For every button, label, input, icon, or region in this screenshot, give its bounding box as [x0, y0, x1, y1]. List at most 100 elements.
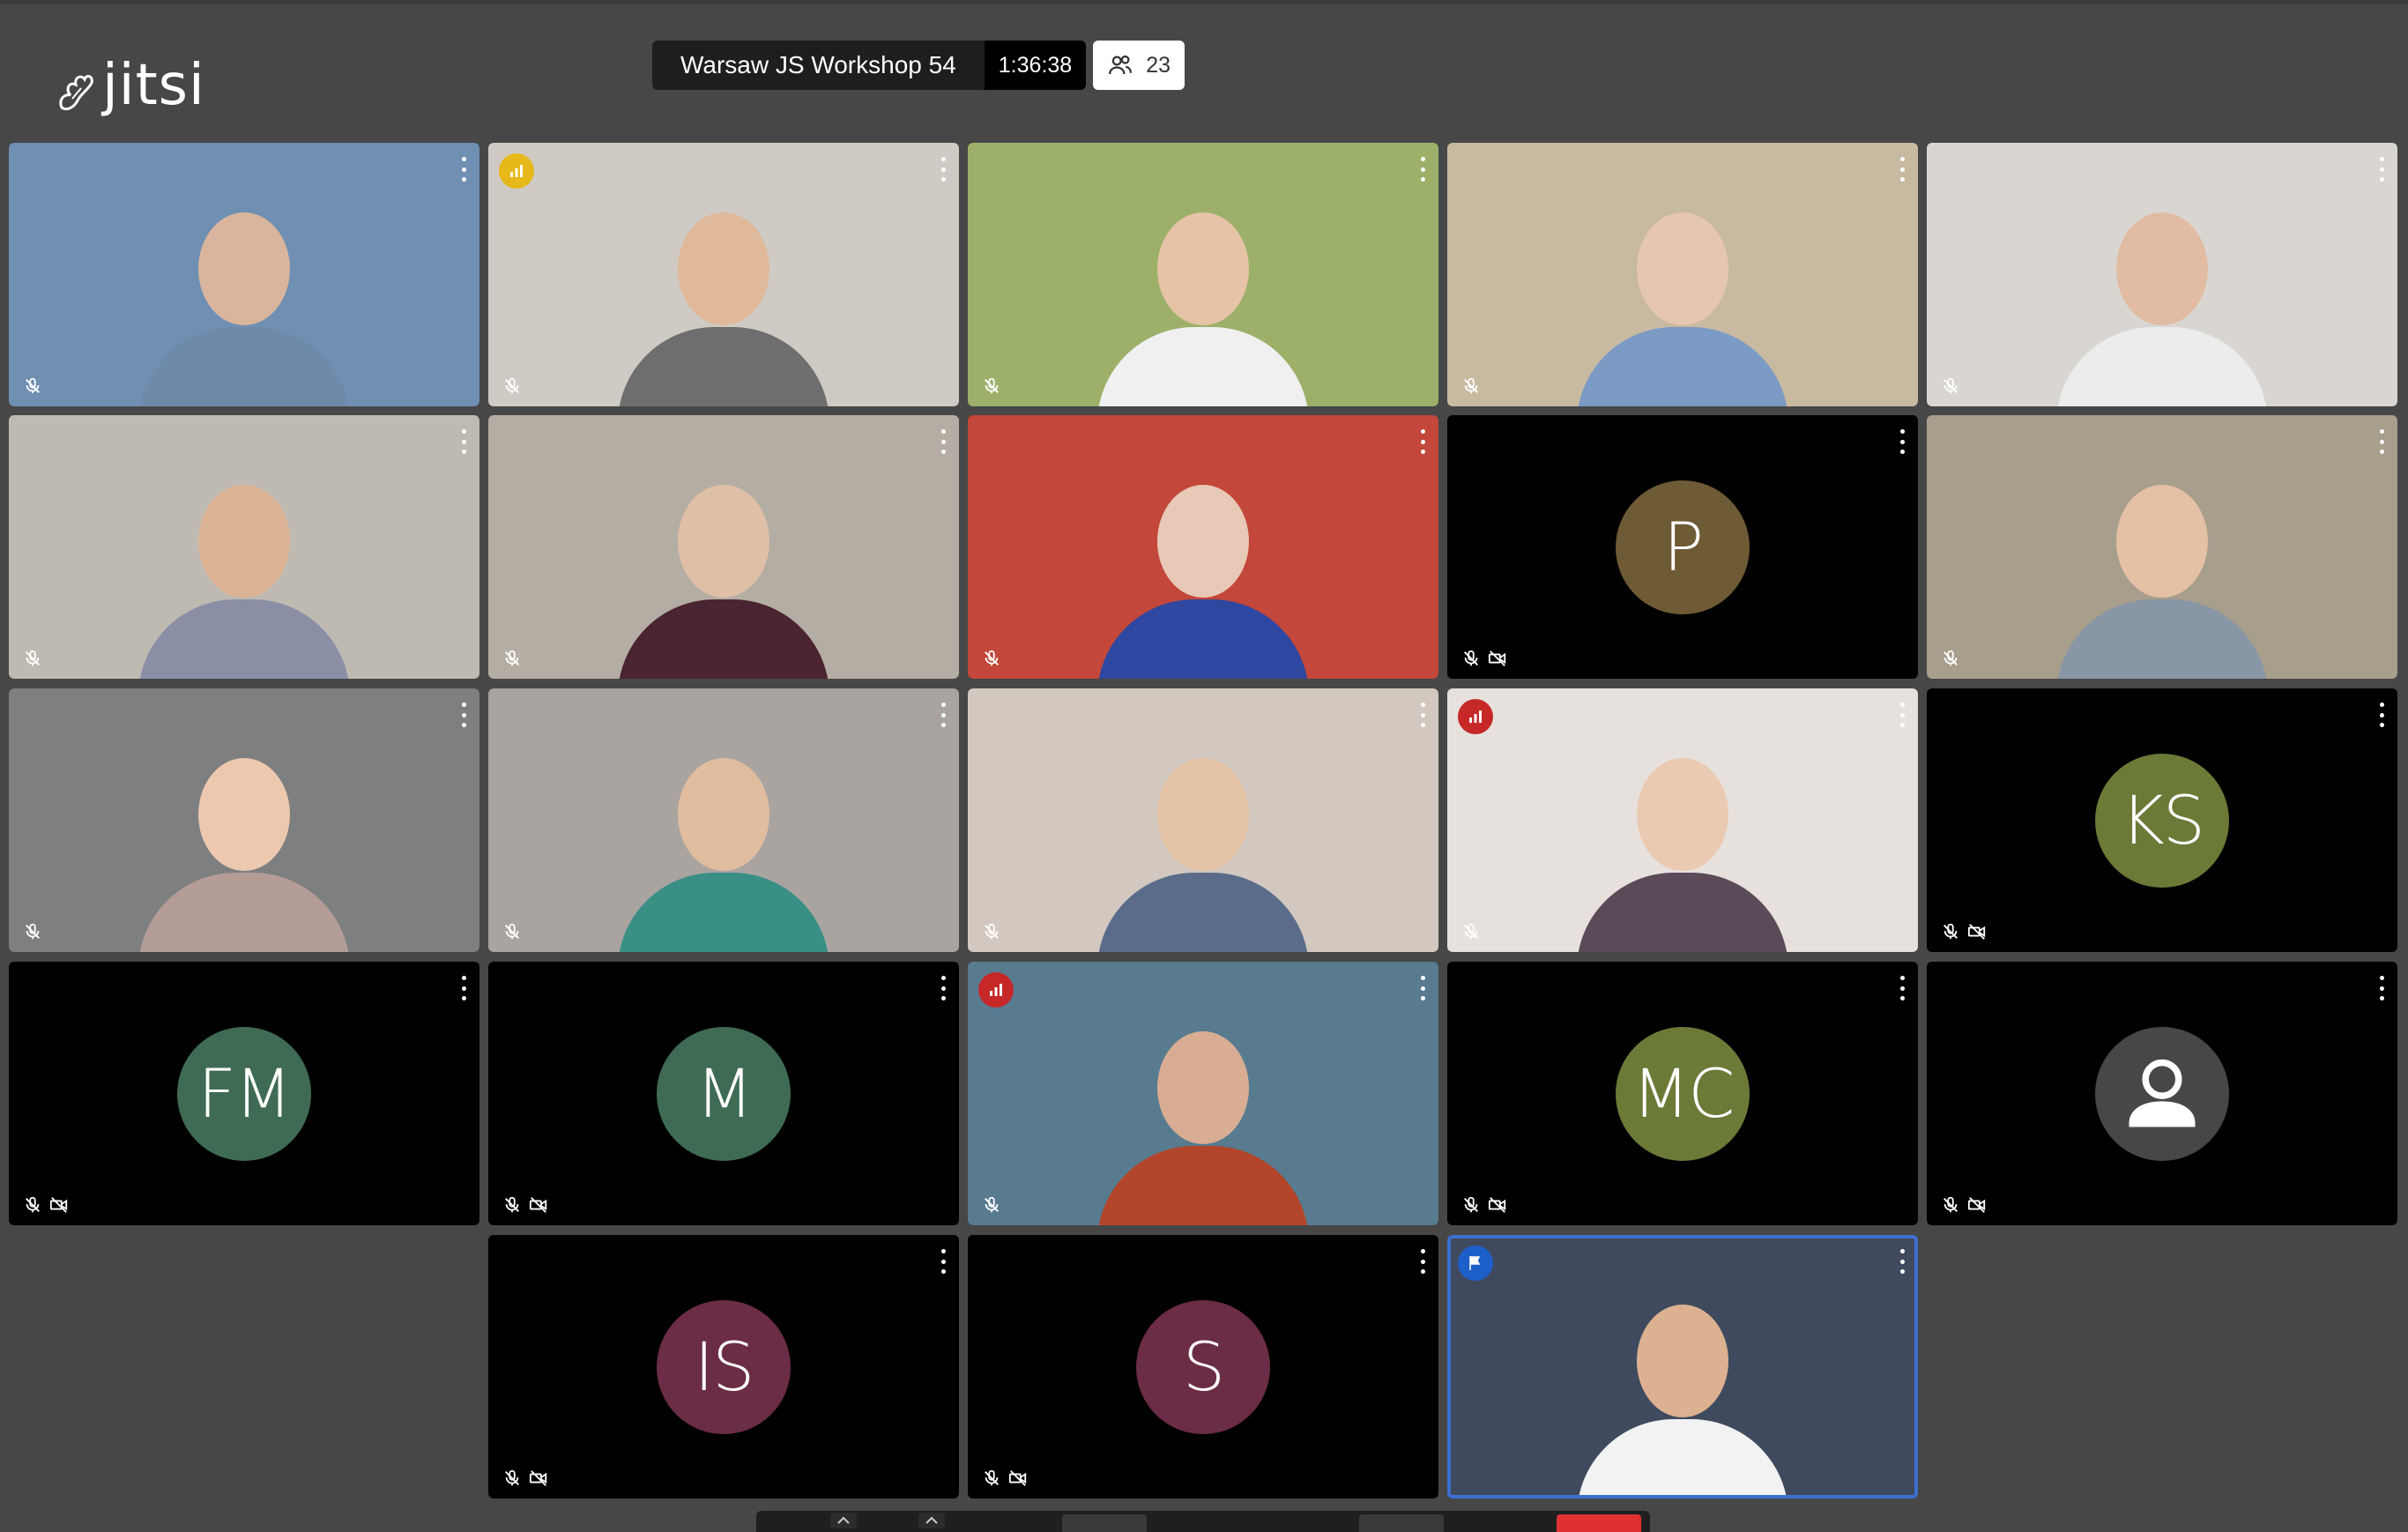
- participant-avatar: [2095, 1026, 2229, 1161]
- tile-status-icons: [1461, 1195, 1507, 1215]
- audio-options-caret[interactable]: [830, 1513, 857, 1528]
- toolbar-button[interactable]: [1359, 1514, 1444, 1532]
- participant-tile[interactable]: KS: [1927, 688, 2397, 952]
- tile-status-icons: [502, 376, 522, 396]
- participant-figure: [138, 723, 350, 952]
- mic-muted-icon: [505, 1469, 519, 1486]
- mic-muted-icon: [985, 650, 999, 666]
- participant-tile[interactable]: [968, 688, 1438, 952]
- tile-menu-button[interactable]: [940, 1249, 947, 1274]
- avatar-initials: P: [1663, 508, 1704, 586]
- participant-tile[interactable]: [1447, 688, 1918, 952]
- tile-menu-button[interactable]: [1899, 1249, 1906, 1274]
- participant-tile[interactable]: [9, 688, 479, 952]
- participant-tile[interactable]: [488, 688, 959, 952]
- participant-avatar: P: [1616, 480, 1750, 614]
- tile-menu-button[interactable]: [1899, 976, 1906, 1000]
- tile-menu-button[interactable]: [1419, 1249, 1426, 1274]
- tile-menu-button[interactable]: [460, 157, 467, 182]
- participant-tile[interactable]: MC: [1447, 962, 1918, 1225]
- tile-menu-button[interactable]: [1419, 157, 1426, 182]
- tile-menu-button[interactable]: [1899, 157, 1906, 182]
- participant-figure: [138, 450, 350, 679]
- meeting-timer: 1:36:38: [984, 41, 1087, 90]
- connection-indicator-icon[interactable]: [499, 153, 534, 189]
- participant-figure: [1097, 450, 1309, 679]
- tile-menu-button[interactable]: [2378, 157, 2385, 182]
- tile-status-icons: [23, 649, 42, 668]
- participant-avatar: M: [657, 1026, 791, 1161]
- mic-muted-icon: [985, 377, 999, 394]
- moderator-badge-icon[interactable]: [1458, 1246, 1493, 1281]
- mic-muted-icon: [26, 923, 40, 940]
- jitsi-logo[interactable]: jitsi: [55, 55, 205, 116]
- participant-tile[interactable]: [968, 415, 1438, 679]
- camera-off-icon: [1488, 1197, 1506, 1213]
- mic-muted-icon: [26, 1196, 40, 1213]
- participant-video: [968, 415, 1438, 679]
- tile-menu-button[interactable]: [2378, 976, 2385, 1000]
- tile-menu-button[interactable]: [940, 429, 947, 454]
- participant-tile[interactable]: [968, 143, 1438, 406]
- tile-menu-button[interactable]: [940, 157, 947, 182]
- tile-status-icons: [502, 922, 522, 941]
- tile-menu-button[interactable]: [1419, 429, 1426, 454]
- mic-muted-icon: [505, 1196, 519, 1213]
- participant-avatar: IS: [657, 1299, 791, 1434]
- participant-video: [488, 688, 959, 952]
- tile-menu-button[interactable]: [1899, 429, 1906, 454]
- participant-tile[interactable]: [1447, 143, 1918, 406]
- mic-muted-icon: [505, 377, 519, 394]
- participant-tile[interactable]: [9, 143, 479, 406]
- participant-tile[interactable]: [488, 143, 959, 406]
- toolbar-button[interactable]: [1062, 1514, 1147, 1532]
- participant-video: [488, 415, 959, 679]
- participant-tile[interactable]: IS: [488, 1235, 959, 1499]
- tile-menu-button[interactable]: [1419, 703, 1426, 727]
- participant-tile[interactable]: S: [968, 1235, 1438, 1499]
- tile-menu-button[interactable]: [1899, 703, 1906, 727]
- mic-muted-icon: [26, 377, 40, 394]
- tile-status-icons: [1461, 649, 1507, 668]
- video-options-caret[interactable]: [918, 1513, 945, 1528]
- tile-menu-button[interactable]: [460, 703, 467, 727]
- chevron-up-icon: [837, 1516, 850, 1524]
- tile-status-icons: [982, 1195, 1001, 1215]
- tile-menu-button[interactable]: [460, 976, 467, 1000]
- participant-figure: [2056, 177, 2268, 406]
- participants-count-button[interactable]: 23: [1093, 41, 1185, 90]
- conference-header: Warsaw JS Workshop 54 1:36:38 23: [652, 41, 1185, 90]
- participant-video: [1447, 143, 1918, 406]
- participant-tile[interactable]: M: [488, 962, 959, 1225]
- avatar-initials: S: [1182, 1327, 1225, 1406]
- participant-figure: [618, 723, 829, 952]
- logo-text: jitsi: [102, 53, 205, 118]
- participant-video: [968, 688, 1438, 952]
- participant-figure: [618, 450, 829, 679]
- participant-tile[interactable]: [1927, 962, 2397, 1225]
- hangup-button[interactable]: [1557, 1514, 1641, 1532]
- participant-tile[interactable]: [9, 415, 479, 679]
- participant-tile[interactable]: FM: [9, 962, 479, 1225]
- tile-menu-button[interactable]: [2378, 429, 2385, 454]
- participant-tile[interactable]: [968, 962, 1438, 1225]
- tile-menu-button[interactable]: [1419, 976, 1426, 1000]
- avatar-initials: IS: [694, 1327, 755, 1406]
- tile-status-icons: [1941, 376, 1960, 396]
- tile-menu-button[interactable]: [2378, 703, 2385, 727]
- camera-off-icon: [1967, 924, 1986, 940]
- participant-tile[interactable]: [1927, 415, 2397, 679]
- participant-tile[interactable]: [1447, 1235, 1918, 1499]
- connection-indicator-icon[interactable]: [1458, 699, 1493, 734]
- connection-indicator-icon[interactable]: [978, 972, 1014, 1008]
- participant-tile[interactable]: [488, 415, 959, 679]
- participant-tile[interactable]: P: [1447, 415, 1918, 679]
- tile-menu-button[interactable]: [940, 976, 947, 1000]
- tile-menu-button[interactable]: [460, 429, 467, 454]
- tile-menu-button[interactable]: [940, 703, 947, 727]
- tile-status-icons: [1941, 649, 1960, 668]
- participant-figure: [1577, 1269, 1788, 1499]
- tile-status-icons: [1941, 1195, 1987, 1215]
- participant-tile[interactable]: [1927, 143, 2397, 406]
- tile-status-icons: [502, 1469, 548, 1488]
